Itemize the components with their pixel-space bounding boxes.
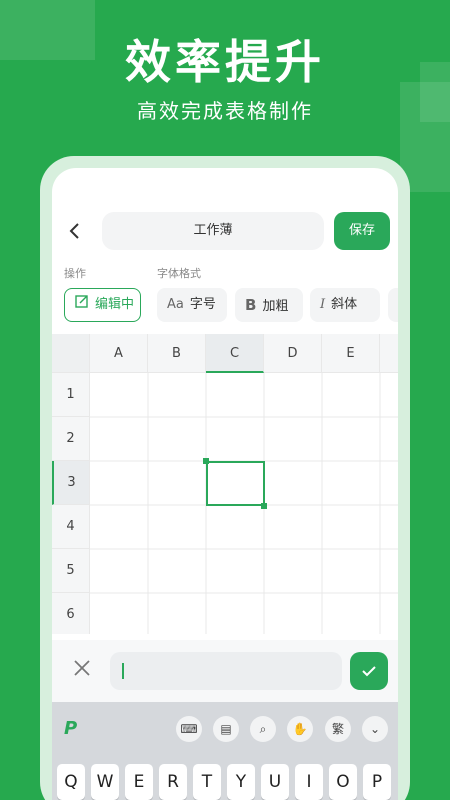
italic-button[interactable]: I 斜体 [310,288,380,322]
keyboard-logo-icon: P [64,718,78,739]
italic-icon: I [320,297,326,312]
row-header-5[interactable]: 5 [52,549,90,593]
collapse-keyboard-button[interactable]: ⌄ [362,716,388,742]
chevron-left-icon [69,223,79,239]
save-button[interactable]: 保存 [334,212,390,250]
section-label-font: 字体格式 [157,267,201,280]
gesture-button[interactable]: ✋ [287,716,313,742]
italic-label: 斜体 [331,297,358,312]
more-tool-button[interactable] [388,288,398,322]
text-caret [122,663,124,679]
keyboard-grid-icon: ⌨ [180,722,198,736]
key-q[interactable]: Q [57,764,85,800]
bold-label: 加粗 [262,299,289,314]
row-header-3[interactable]: 3 [52,461,90,505]
key-u[interactable]: U [261,764,289,800]
soft-keyboard: P ⌨ ▤ ⌕ ✋ 繁 ⌄ Q W E R T Y U I O P [52,702,398,800]
hero-subtitle: 高效完成表格制作 [137,99,313,123]
traditional-chinese-button[interactable]: 繁 [325,716,351,742]
search-icon: ⌕ [259,722,267,736]
workbook-title[interactable]: 工作薄 [102,212,324,250]
cell-content-input[interactable] [110,652,342,690]
edit-icon [75,289,89,321]
grid-corner [52,334,90,373]
column-header-d[interactable]: D [264,334,322,373]
chevron-down-icon: ⌄ [369,722,381,736]
spreadsheet-grid: A B C D E 1 2 3 4 5 6 [52,334,398,634]
column-header-f[interactable] [380,334,398,373]
key-y[interactable]: Y [227,764,255,800]
column-header-c[interactable]: C [206,334,264,373]
check-icon [362,666,376,677]
phone-frame: 工作薄 保存 操作 字体格式 编辑中 Aa 字号 B 加粗 I 斜体 A B C D … [40,156,410,800]
back-button[interactable] [64,220,86,242]
clipboard-button[interactable]: ▤ [213,716,239,742]
row-header-4[interactable]: 4 [52,505,90,549]
selection-handle-bottom-right[interactable] [261,503,267,509]
edit-mode-button[interactable]: 编辑中 [64,288,141,322]
key-t[interactable]: T [193,764,221,800]
selected-cell-c3[interactable] [206,461,265,506]
bold-icon: B [245,296,257,314]
key-w[interactable]: W [91,764,119,800]
hand-icon: ✋ [292,722,308,736]
font-size-button[interactable]: Aa 字号 [157,288,227,322]
section-label-operation: 操作 [64,267,86,280]
keyboard-search-button[interactable]: ⌕ [250,716,276,742]
column-header-b[interactable]: B [148,334,206,373]
bold-button[interactable]: B 加粗 [235,288,303,322]
hero-title: 效率提升 [125,35,325,89]
row-header-6[interactable]: 6 [52,593,90,634]
close-icon [74,660,90,676]
column-header-e[interactable]: E [322,334,380,373]
app-screen: 工作薄 保存 操作 字体格式 编辑中 Aa 字号 B 加粗 I 斜体 A B C D … [52,168,398,800]
cell-input-bar [52,640,398,702]
key-e[interactable]: E [125,764,153,800]
keyboard-layout-button[interactable]: ⌨ [176,716,202,742]
confirm-button[interactable] [350,652,388,690]
key-i[interactable]: I [295,764,323,800]
key-o[interactable]: O [329,764,357,800]
font-size-icon: Aa [167,297,184,312]
key-p[interactable]: P [363,764,391,800]
row-header-2[interactable]: 2 [52,417,90,461]
selection-handle-top-left[interactable] [203,458,209,464]
close-input-button[interactable] [70,658,94,682]
column-header-a[interactable]: A [90,334,148,373]
key-r[interactable]: R [159,764,187,800]
clipboard-icon: ▤ [220,722,232,736]
row-header-1[interactable]: 1 [52,373,90,417]
font-size-label: 字号 [189,297,216,312]
edit-mode-label: 编辑中 [95,297,135,312]
